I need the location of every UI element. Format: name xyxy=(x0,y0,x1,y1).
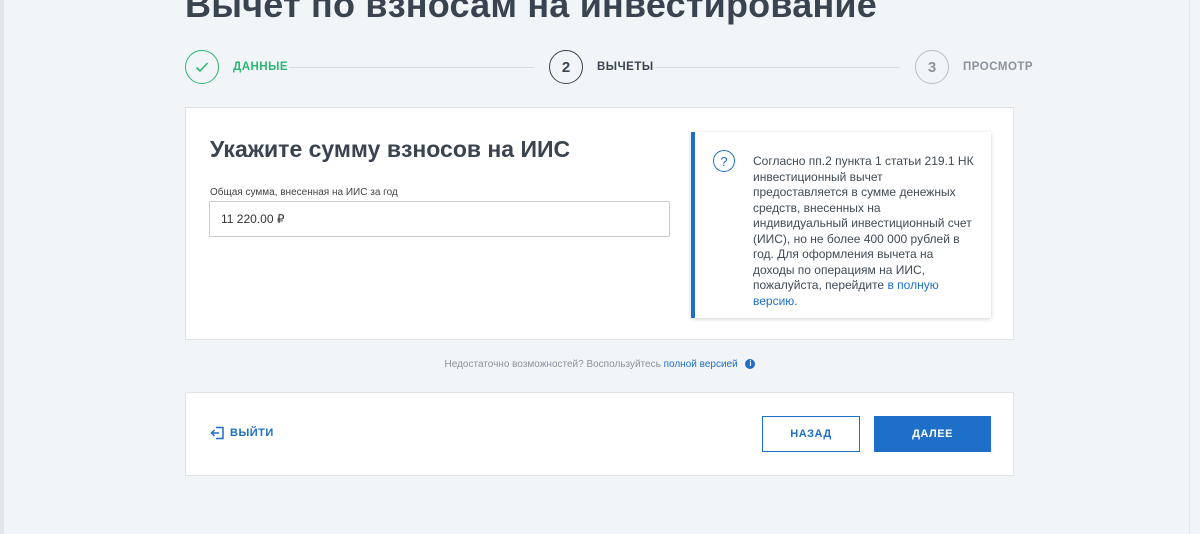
amount-label: Общая сумма, внесенная на ИИС за год xyxy=(210,187,398,198)
full-version-hint-link[interactable]: полной версией xyxy=(664,359,738,370)
step-label: ВЫЧЕТЫ xyxy=(597,61,654,73)
next-button[interactable]: ДАЛЕЕ xyxy=(874,416,991,452)
info-panel: ? Согласно пп.2 пункта 1 статьи 219.1 НК… xyxy=(691,132,991,318)
check-icon xyxy=(185,50,219,84)
left-edge xyxy=(0,0,4,534)
step-label: ДАННЫЕ xyxy=(233,61,289,73)
page-title: Вычет по взносам на инвестирование xyxy=(185,0,877,25)
exit-icon xyxy=(210,426,224,440)
exit-button[interactable]: ВЫЙТИ xyxy=(210,426,274,440)
step-label: ПРОСМОТР xyxy=(963,61,1034,73)
step-number: 3 xyxy=(915,50,949,84)
hint-line: Недостаточно возможностей? Воспользуйтес… xyxy=(0,359,1200,370)
exit-label: ВЫЙТИ xyxy=(230,427,274,439)
info-suffix: . xyxy=(794,293,798,308)
step-review[interactable]: 3 ПРОСМОТР xyxy=(915,50,1033,84)
stepper-line-1 xyxy=(289,67,534,68)
step-deductions[interactable]: 2 ВЫЧЕТЫ xyxy=(549,50,654,84)
card-heading: Укажите сумму взносов на ИИС xyxy=(210,136,571,162)
footer-panel: ВЫЙТИ НАЗАД ДАЛЕЕ xyxy=(185,392,1014,476)
stepper-line-2 xyxy=(654,67,900,68)
info-text: Согласно пп.2 пункта 1 статьи 219.1 НК и… xyxy=(753,154,975,309)
step-data[interactable]: ДАННЫЕ xyxy=(185,50,288,84)
scrollbar-track[interactable] xyxy=(1189,0,1200,534)
back-button[interactable]: НАЗАД xyxy=(762,416,860,452)
contribution-card: Укажите сумму взносов на ИИС Общая сумма… xyxy=(185,107,1014,340)
step-number: 2 xyxy=(549,50,583,84)
question-icon: ? xyxy=(713,150,735,172)
info-icon[interactable]: i xyxy=(745,359,756,370)
info-body: Согласно пп.2 пункта 1 статьи 219.1 НК и… xyxy=(753,154,974,292)
hint-text: Недостаточно возможностей? Воспользуйтес… xyxy=(444,359,661,370)
amount-input[interactable] xyxy=(209,201,670,237)
